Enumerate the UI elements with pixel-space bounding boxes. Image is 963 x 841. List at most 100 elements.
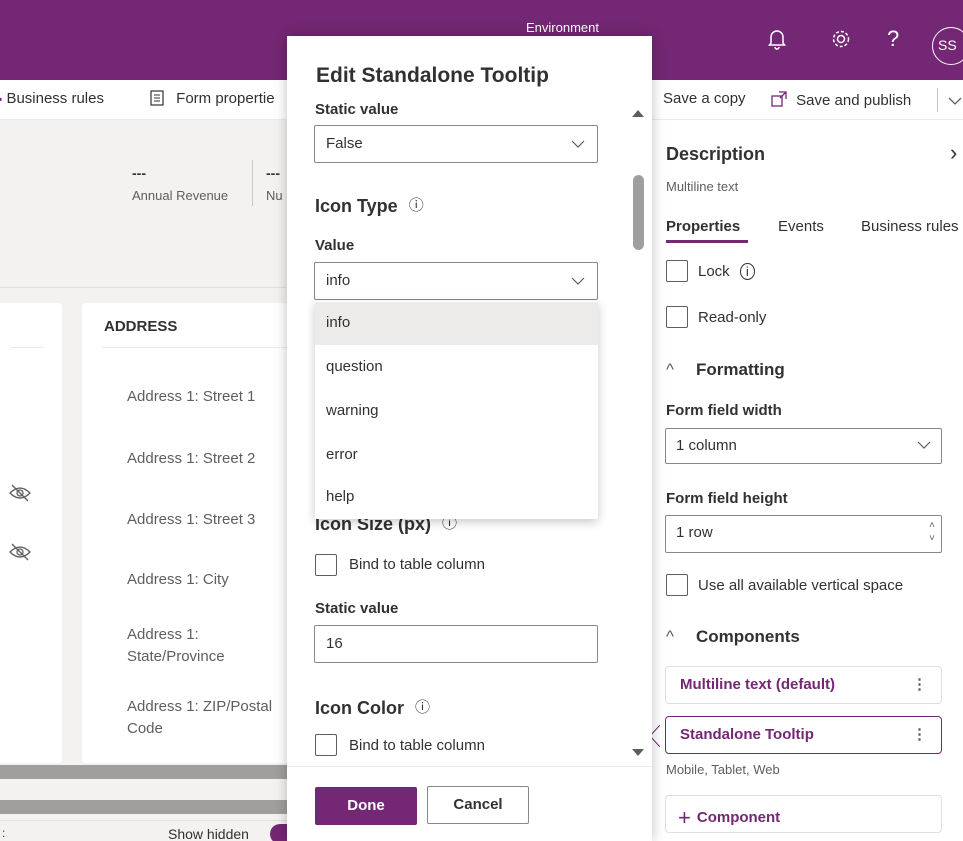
address-section-title: ADDRESS xyxy=(104,318,178,335)
cancel-button[interactable]: Cancel xyxy=(427,786,529,824)
panel-subtitle: Multiline text xyxy=(666,179,739,194)
dropdown-option-error[interactable]: error xyxy=(315,434,598,477)
business-rules-label: Business rules xyxy=(6,90,104,107)
component-name: Multiline text (default) xyxy=(680,676,835,693)
add-component-button[interactable]: + Component xyxy=(665,795,942,833)
bell-icon[interactable] xyxy=(767,28,789,52)
save-publish-icon xyxy=(771,91,787,107)
form-field-height-stepper[interactable]: 1 row ˄ ˅ xyxy=(665,515,942,553)
info-icon[interactable]: ⓘ xyxy=(415,696,430,717)
header-separator xyxy=(252,160,253,206)
static-value-text: False xyxy=(326,135,363,152)
canvas-bar xyxy=(0,765,290,779)
address-field[interactable]: Address 1: Street 2 xyxy=(127,448,292,470)
vertical-space-checkbox[interactable] xyxy=(666,574,688,596)
scroll-down-arrow[interactable] xyxy=(632,749,644,756)
hidden-eye-icon xyxy=(8,542,32,564)
form-field-width-select[interactable]: 1 column xyxy=(665,428,942,464)
show-hidden-label: Show hidden xyxy=(168,826,249,841)
vertical-space-label: Use all available vertical space xyxy=(698,577,904,594)
dropdown-option-help[interactable]: help xyxy=(315,476,598,519)
lock-checkbox[interactable] xyxy=(666,260,688,282)
business-rules-button[interactable]: ▪ Business rules xyxy=(0,90,104,107)
icon-type-dropdown: info question warning error help xyxy=(315,301,598,519)
icon-type-heading: Icon Type ⓘ xyxy=(315,194,424,217)
dropdown-option-info[interactable]: info xyxy=(315,302,598,345)
chevron-down-icon xyxy=(571,277,585,285)
section-rule xyxy=(102,347,292,348)
info-icon[interactable]: ⓘ xyxy=(409,194,424,215)
static-value-select[interactable]: False xyxy=(314,125,598,163)
address-field[interactable]: Address 1: Street 3 xyxy=(127,509,292,531)
header-field1-value: --- xyxy=(132,165,146,181)
icon-type-value: info xyxy=(326,272,351,289)
lock-label-text: Lock xyxy=(698,263,730,280)
done-button[interactable]: Done xyxy=(315,787,417,825)
component-item[interactable]: Multiline text (default) ⋮ xyxy=(665,666,942,704)
readonly-label: Read-only xyxy=(698,309,767,326)
more-options-icon[interactable]: ⋮ xyxy=(912,675,927,693)
chevron-up-icon: ^ xyxy=(666,360,674,379)
header-field2-label[interactable]: Nu xyxy=(266,188,283,203)
components-section-header[interactable]: ^ Components xyxy=(666,627,800,647)
component-name: Standalone Tooltip xyxy=(680,726,814,743)
avatar[interactable]: SS xyxy=(932,27,963,65)
icon-size-input[interactable]: 16 xyxy=(314,625,598,663)
static-value-label: Static value xyxy=(315,101,399,118)
color-bind-label: Bind to table column xyxy=(349,737,485,754)
component-platforms: Mobile, Tablet, Web xyxy=(666,762,780,777)
lock-label: Lock i xyxy=(698,263,755,280)
chevron-down-icon[interactable] xyxy=(948,90,962,107)
save-publish-button[interactable]: Save and publish xyxy=(770,90,911,109)
hidden-eye-icon xyxy=(8,483,32,505)
header-field1-label[interactable]: Annual Revenue xyxy=(132,188,228,203)
environment-label[interactable]: Environment xyxy=(526,20,599,35)
size-static-value-label: Static value xyxy=(315,600,399,617)
section-rule xyxy=(10,347,44,348)
color-bind-checkbox[interactable] xyxy=(315,734,337,756)
form-field-width-value: 1 column xyxy=(676,437,737,454)
bind-column-checkbox[interactable] xyxy=(315,554,337,576)
header-field2-value: --- xyxy=(266,165,280,181)
spin-buttons[interactable]: ˄ ˅ xyxy=(929,519,935,545)
icon-type-label: Icon Type xyxy=(315,196,398,216)
left-section-card[interactable] xyxy=(0,303,62,763)
help-icon[interactable]: ? xyxy=(887,26,909,51)
info-icon[interactable]: i xyxy=(739,263,755,280)
chevron-right-icon[interactable]: › xyxy=(950,140,957,166)
command-divider xyxy=(937,88,938,112)
formatting-section-header[interactable]: ^ Formatting xyxy=(666,360,785,380)
dropdown-option-question[interactable]: question xyxy=(315,346,598,389)
tab-events[interactable]: Events xyxy=(778,218,824,235)
gear-icon[interactable] xyxy=(830,28,852,52)
tab-properties[interactable]: Properties xyxy=(666,218,740,235)
more-options-icon[interactable]: ⋮ xyxy=(912,725,927,743)
dialog-title: Edit Standalone Tooltip xyxy=(316,64,549,87)
dropdown-option-warning[interactable]: warning xyxy=(315,390,598,433)
active-tab-indicator xyxy=(666,240,748,243)
canvas-divider xyxy=(0,287,290,288)
address-field[interactable]: Address 1: State/Province xyxy=(127,624,237,668)
tab-business-rules[interactable]: Business rules xyxy=(861,218,959,235)
address-field[interactable]: Address 1: ZIP/Postal Code xyxy=(127,696,292,740)
component-item[interactable]: Standalone Tooltip ⋮ xyxy=(665,716,942,754)
scroll-up-arrow[interactable] xyxy=(632,110,644,117)
readonly-checkbox[interactable] xyxy=(666,306,688,328)
form-field-width-label: Form field width xyxy=(666,402,782,419)
properties-panel: Description › Multiline text Properties … xyxy=(652,120,963,841)
business-rules-icon: ▪ xyxy=(0,92,3,106)
address-section-card[interactable]: ADDRESS Address 1: Street 1 Address 1: S… xyxy=(82,303,292,763)
icon-type-select[interactable]: info xyxy=(314,262,598,300)
chevron-down-icon xyxy=(917,441,931,449)
address-field[interactable]: Address 1: City xyxy=(127,569,292,591)
form-properties-button[interactable]: Form propertie xyxy=(150,90,275,107)
bottom-colon: : xyxy=(2,826,6,840)
address-field[interactable]: Address 1: Street 1 xyxy=(127,386,292,408)
save-copy-button[interactable]: Save a copy xyxy=(663,90,746,107)
bind-column-label: Bind to table column xyxy=(349,556,485,573)
form-field-height-value: 1 row xyxy=(676,524,713,541)
scrollbar-thumb[interactable] xyxy=(633,175,644,250)
footer-divider xyxy=(287,766,652,767)
chevron-down-icon xyxy=(571,140,585,148)
components-label: Components xyxy=(696,627,800,646)
